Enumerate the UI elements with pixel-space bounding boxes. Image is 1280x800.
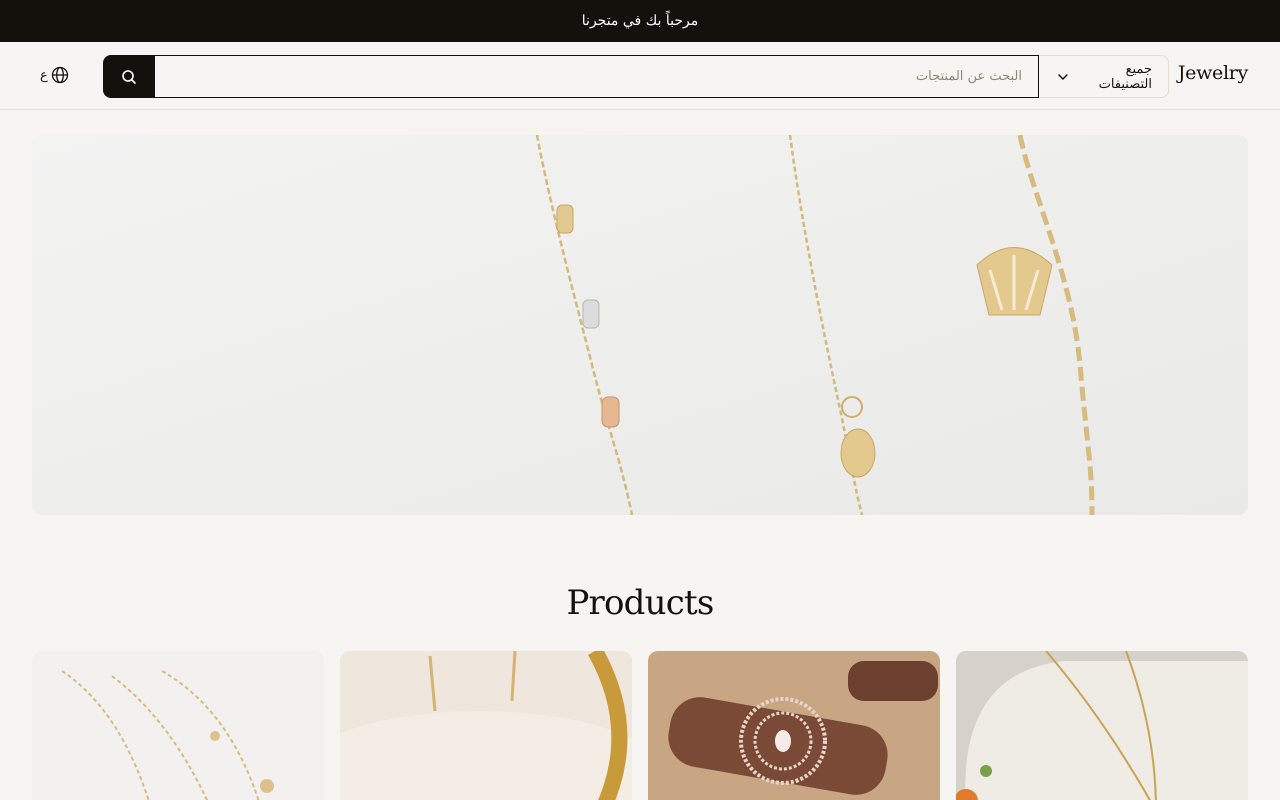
product-card[interactable] <box>648 651 940 800</box>
product-image <box>648 651 940 800</box>
product-image <box>956 651 1248 800</box>
language-label: ع <box>40 67 48 83</box>
products-section-title: Products <box>566 583 714 623</box>
search-bar: جميع التصنيفات <box>103 55 1169 98</box>
hero-banner[interactable] <box>32 135 1248 515</box>
site-header: Jewelry جميع التصنيفات ع <box>0 42 1280 110</box>
search-button[interactable] <box>103 55 154 98</box>
product-image <box>340 651 632 800</box>
site-logo[interactable]: Jewelry <box>1178 62 1248 84</box>
product-grid <box>32 651 1248 800</box>
chevron-down-icon <box>1058 73 1068 80</box>
announcement-bar: مرحباً بك في متجرنا <box>0 0 1280 42</box>
announcement-text: مرحباً بك في متجرنا <box>581 13 699 29</box>
category-select-label: جميع التصنيفات <box>1098 61 1152 92</box>
product-image <box>32 651 324 800</box>
search-icon <box>121 69 136 84</box>
globe-icon <box>51 66 68 84</box>
search-input[interactable] <box>154 55 1039 98</box>
language-switcher[interactable]: ع <box>40 66 69 84</box>
product-card[interactable] <box>32 651 324 800</box>
category-select[interactable]: جميع التصنيفات <box>1039 55 1169 98</box>
product-card[interactable] <box>956 651 1248 800</box>
product-card[interactable] <box>340 651 632 800</box>
hero-image <box>32 135 1248 515</box>
